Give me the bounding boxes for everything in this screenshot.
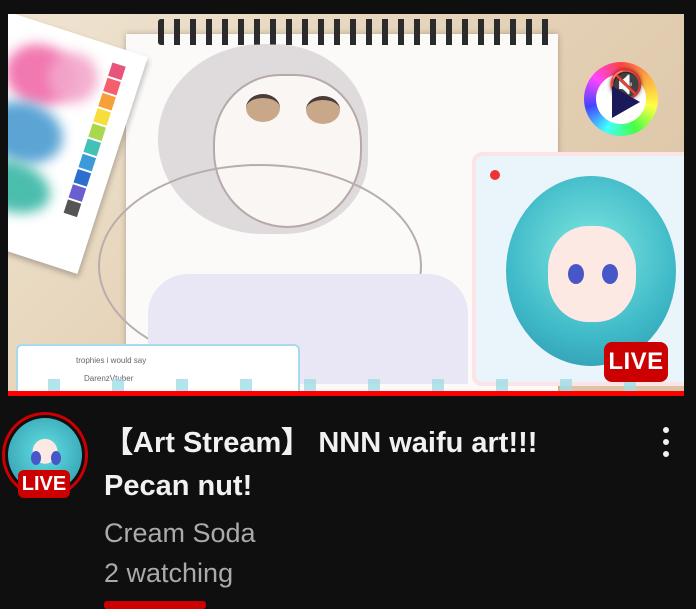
sketch-eye-left bbox=[246, 94, 280, 122]
vtuber-eye-right bbox=[602, 264, 618, 284]
sketchpad-rings bbox=[158, 19, 558, 45]
sketch-eye-right bbox=[306, 96, 340, 124]
channel-name[interactable]: Cream Soda bbox=[104, 518, 256, 549]
video-title[interactable]: 【Art Stream】 NNN waifu art!!! Pecan nut! bbox=[104, 422, 604, 508]
chat-line: trophies i would say bbox=[76, 356, 147, 365]
avatar-eye-left bbox=[31, 451, 41, 465]
live-badge: LIVE bbox=[604, 342, 668, 382]
avatar-live-badge: LIVE bbox=[18, 470, 70, 498]
live-now-badge bbox=[104, 601, 206, 609]
live-progress-bar bbox=[8, 391, 684, 396]
recording-dot-icon bbox=[490, 170, 500, 180]
vtuber-face bbox=[548, 226, 636, 322]
avatar-eye-right bbox=[51, 451, 61, 465]
mascot-strip bbox=[8, 379, 684, 391]
vtuber-eye-left bbox=[568, 264, 584, 284]
video-thumbnail[interactable]: 🔇 trophies i would say DarenzVtuber LIVE bbox=[8, 14, 684, 396]
play-decoration-icon bbox=[612, 86, 640, 118]
more-options-icon[interactable] bbox=[650, 422, 682, 462]
viewer-count: 2 watching bbox=[104, 558, 234, 588]
